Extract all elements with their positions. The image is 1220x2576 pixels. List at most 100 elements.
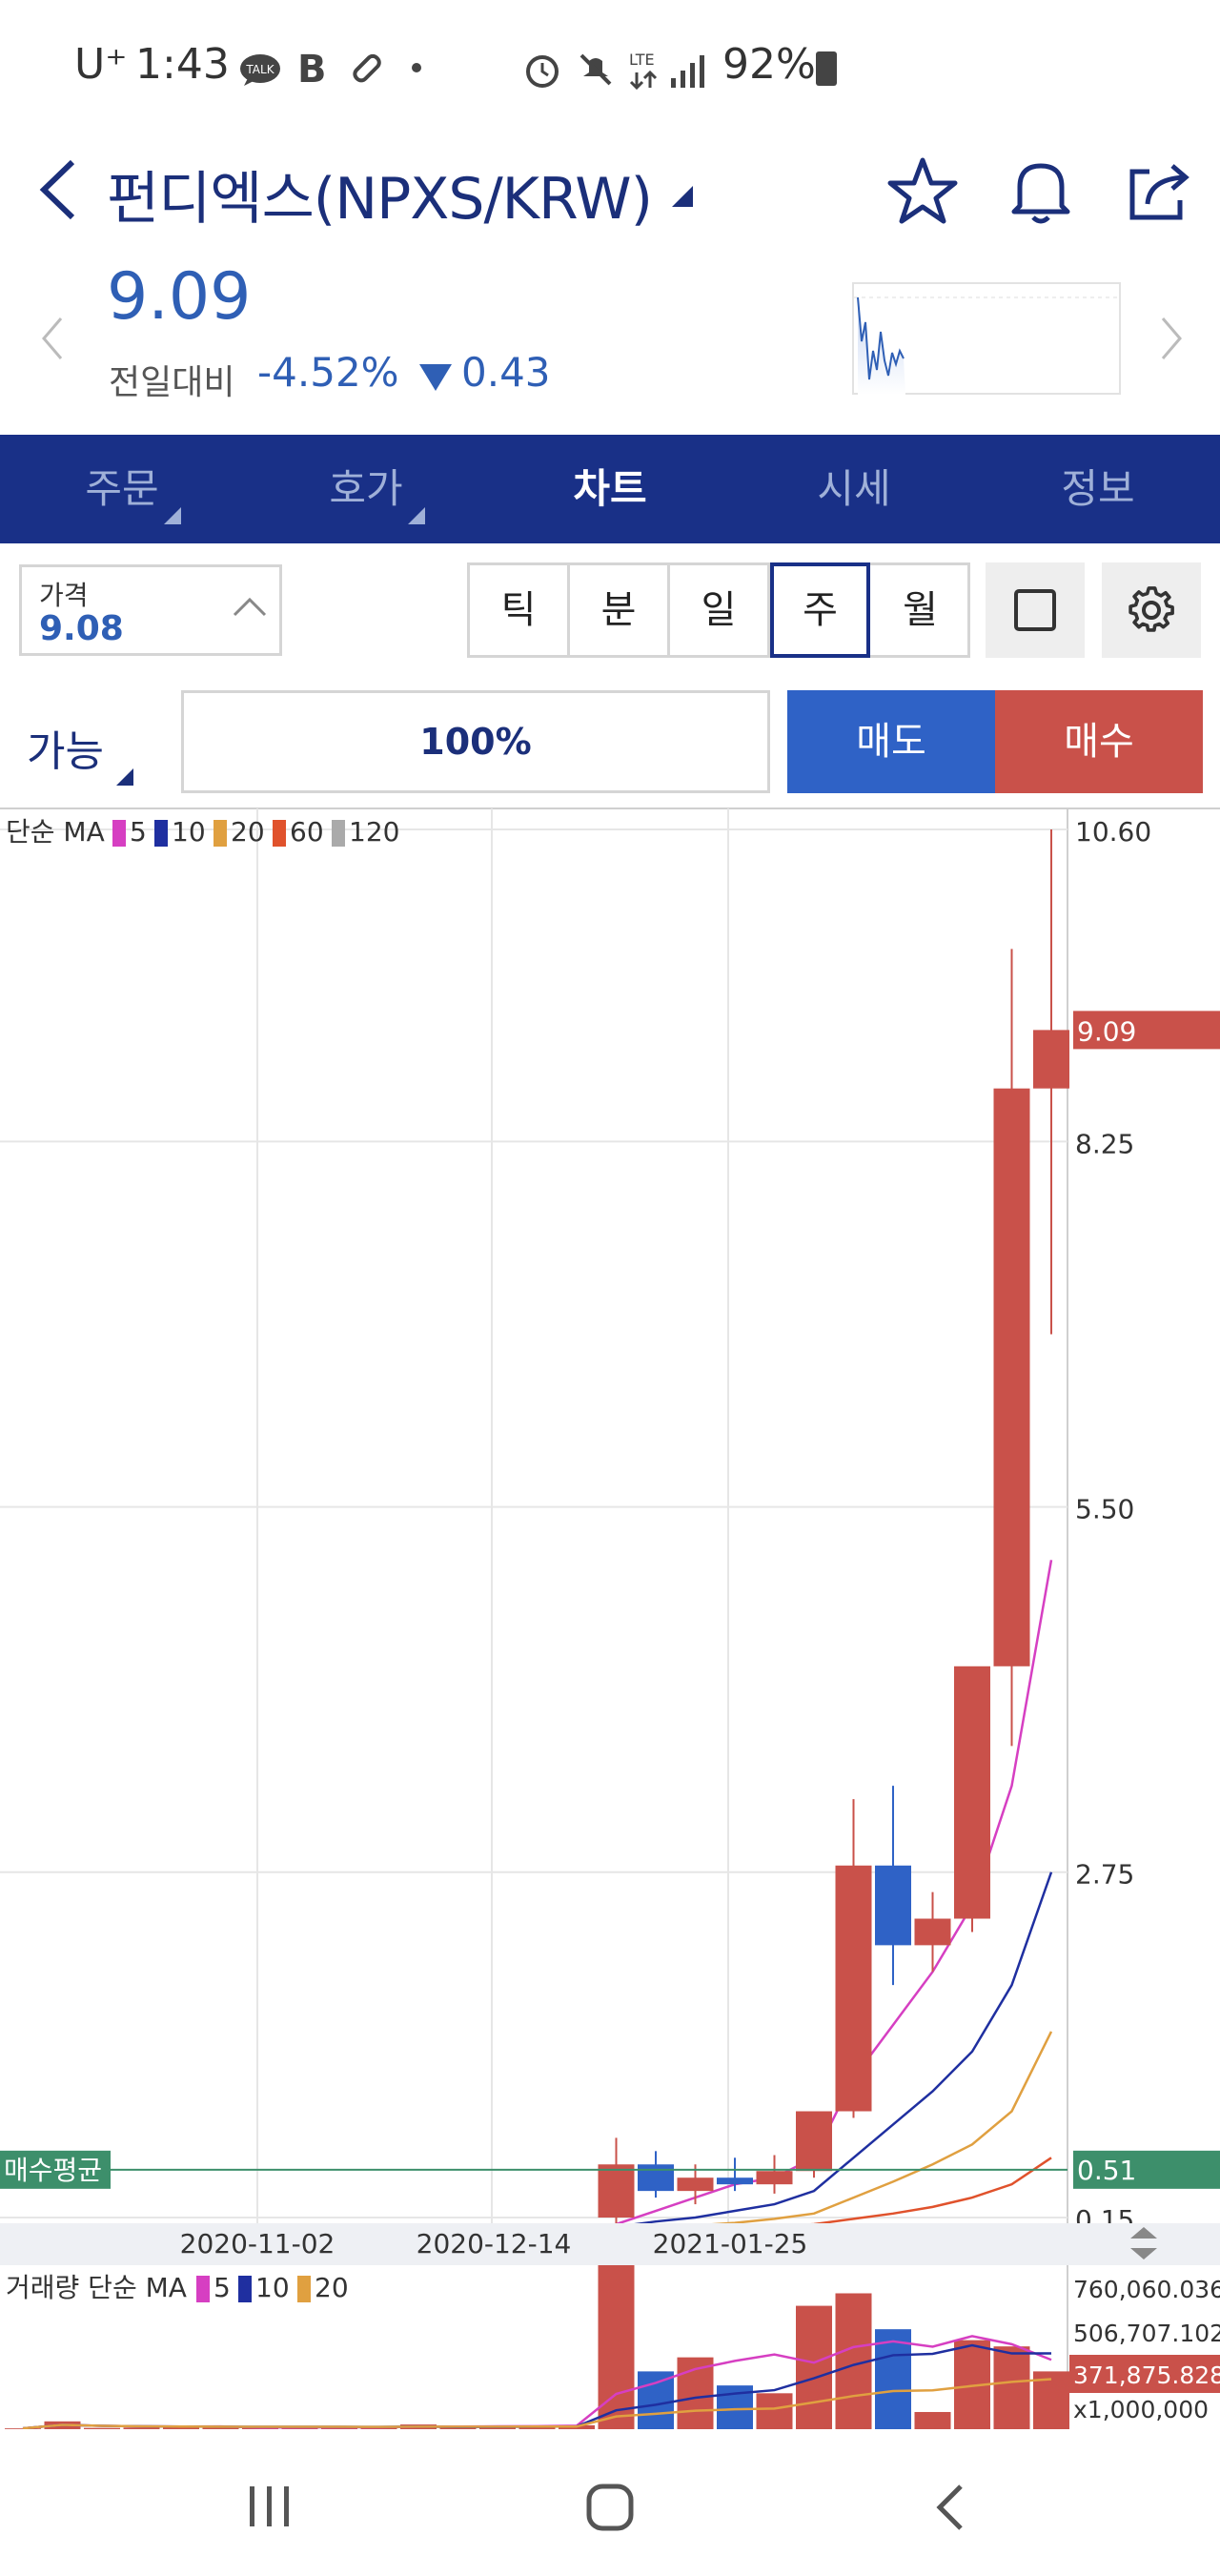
y-tick-label: 10.60 bbox=[1075, 816, 1151, 848]
volume-legend-swatch bbox=[297, 2276, 311, 2302]
price-chart[interactable]: 10.608.255.502.750.15 2020-11-02 2020-12-… bbox=[0, 807, 1220, 2429]
back-icon[interactable] bbox=[932, 2483, 966, 2536]
fullscreen-button[interactable] bbox=[986, 562, 1085, 658]
candle-body bbox=[717, 2177, 753, 2185]
lte-signal-icon: LTE bbox=[625, 48, 711, 95]
period-tick-button[interactable]: 틱 bbox=[470, 565, 570, 655]
y-tick-label: 5.50 bbox=[1075, 1494, 1134, 1525]
compare-label: 전일대비 bbox=[109, 363, 235, 402]
volume-y-label: 760,060.036 bbox=[1073, 2276, 1220, 2303]
star-icon[interactable] bbox=[884, 153, 961, 229]
volume-bar bbox=[756, 2393, 793, 2429]
back-arrow-icon[interactable] bbox=[34, 156, 82, 227]
volume-legend-title: 거래량 단순 MA bbox=[6, 2272, 187, 2303]
sell-button[interactable]: 매도 bbox=[787, 690, 995, 793]
change-value: 0.43 bbox=[461, 349, 551, 396]
tab-orderbook-label: 호가 bbox=[329, 465, 403, 512]
share-icon[interactable] bbox=[1121, 153, 1197, 229]
current-price-label: 9.09 bbox=[1077, 1015, 1136, 1047]
mute-icon bbox=[576, 50, 616, 93]
candle-body bbox=[677, 2177, 714, 2192]
tab-chart-label: 차트 bbox=[573, 465, 647, 512]
mini-chart[interactable] bbox=[852, 282, 1121, 395]
period-day-button[interactable]: 일 bbox=[670, 565, 770, 655]
price-selector[interactable]: 가격 9.08 bbox=[19, 564, 282, 656]
legend-swatch bbox=[112, 820, 126, 847]
recent-apps-icon[interactable] bbox=[246, 2484, 295, 2532]
tab-order[interactable]: 주문 bbox=[0, 435, 244, 543]
x-tick-label: 2020-11-02 bbox=[180, 2228, 336, 2259]
current-price: 9.09 bbox=[107, 259, 252, 335]
legend-swatch bbox=[154, 820, 168, 847]
pill-icon bbox=[347, 50, 385, 92]
tab-market[interactable]: 시세 bbox=[732, 435, 976, 543]
tab-orderbook[interactable]: 호가 bbox=[244, 435, 488, 543]
buy-button[interactable]: 매수 bbox=[995, 690, 1203, 793]
legend-swatch bbox=[214, 820, 227, 847]
chart-markers: 9.09 매수평균 0.51 bbox=[0, 1011, 1220, 2189]
coin-title[interactable]: 펀디엑스(NPXS/KRW) bbox=[107, 153, 653, 235]
tab-order-label: 주문 bbox=[85, 465, 159, 512]
ma-legend: 단순 MA 5 10 20 60 120 bbox=[6, 816, 399, 848]
legend-swatch bbox=[273, 820, 286, 847]
available-dropdown-icon bbox=[116, 768, 133, 786]
period-week-button[interactable]: 주 bbox=[770, 562, 870, 658]
candle-body bbox=[875, 1865, 911, 1946]
candle-body bbox=[954, 1666, 990, 1919]
battery-icon bbox=[816, 51, 837, 86]
candle-body bbox=[796, 2111, 832, 2172]
quantity-input[interactable]: 100% bbox=[181, 690, 770, 793]
chevron-up-icon bbox=[232, 596, 268, 623]
prev-coin-arrow-icon[interactable] bbox=[38, 315, 67, 366]
next-coin-arrow-icon[interactable] bbox=[1157, 315, 1186, 366]
settings-button[interactable] bbox=[1102, 562, 1201, 658]
available-dropdown[interactable]: 가능 bbox=[27, 717, 104, 778]
avg-buy-label: 매수평균 bbox=[4, 2155, 102, 2186]
x-tick-label: 2020-12-14 bbox=[417, 2228, 572, 2259]
period-minute-button[interactable]: 분 bbox=[570, 565, 670, 655]
carrier-label: U⁺ bbox=[74, 40, 128, 89]
volume-bar bbox=[993, 2346, 1030, 2429]
ma-legend-title: 단순 MA bbox=[6, 816, 105, 848]
legend-period: 20 bbox=[231, 816, 265, 848]
tab-chart[interactable]: 차트 bbox=[488, 435, 732, 543]
x-axis: 2020-11-02 2020-12-14 2021-01-25 bbox=[0, 2223, 1220, 2265]
candle-body bbox=[756, 2171, 793, 2185]
period-selector: 틱 분 일 주 월 bbox=[467, 562, 970, 658]
volume-legend-swatch bbox=[196, 2276, 210, 2302]
candle-body bbox=[638, 2164, 674, 2192]
candle-body bbox=[835, 1865, 872, 2112]
volume-y-label: 506,707.102 bbox=[1073, 2320, 1220, 2347]
legend-period: 5 bbox=[130, 816, 147, 848]
price-selector-value: 9.08 bbox=[39, 609, 124, 648]
battery-percent: 92% bbox=[722, 40, 816, 89]
volume-legend-period: 20 bbox=[315, 2272, 349, 2303]
status-bar: U⁺ 1:43 TALK B LTE 92% bbox=[0, 0, 1220, 143]
volume-legend-swatch bbox=[238, 2276, 252, 2302]
legend-period: 60 bbox=[290, 816, 324, 848]
tab-market-label: 시세 bbox=[817, 465, 891, 512]
tab-info[interactable]: 정보 bbox=[976, 435, 1220, 543]
change-percent: -4.52% bbox=[257, 349, 399, 396]
bell-icon[interactable] bbox=[1003, 153, 1079, 229]
svg-text:TALK: TALK bbox=[245, 63, 274, 76]
gear-icon bbox=[1128, 586, 1174, 632]
b-icon: B bbox=[297, 48, 327, 92]
ma-line-20 bbox=[23, 2031, 1053, 2237]
candle-body bbox=[993, 1088, 1030, 1666]
volume-bar bbox=[914, 2411, 951, 2429]
tab-menu-marker-icon bbox=[408, 507, 425, 524]
candles[interactable] bbox=[5, 829, 1069, 2237]
svg-text:LTE: LTE bbox=[629, 51, 655, 69]
tab-menu-marker-icon bbox=[164, 507, 181, 524]
volume-y-label: x1,000,000 bbox=[1073, 2396, 1209, 2423]
alarm-icon bbox=[522, 50, 562, 93]
home-icon[interactable] bbox=[585, 2483, 635, 2536]
coin-dropdown-icon[interactable] bbox=[672, 186, 693, 207]
avg-buy-value: 0.51 bbox=[1077, 2155, 1136, 2186]
down-triangle-icon bbox=[419, 364, 452, 391]
volume-legend-period: 5 bbox=[214, 2272, 231, 2303]
x-tick-label: 2021-01-25 bbox=[653, 2228, 808, 2259]
period-month-button[interactable]: 월 bbox=[870, 565, 970, 655]
talk-icon: TALK bbox=[238, 53, 282, 92]
